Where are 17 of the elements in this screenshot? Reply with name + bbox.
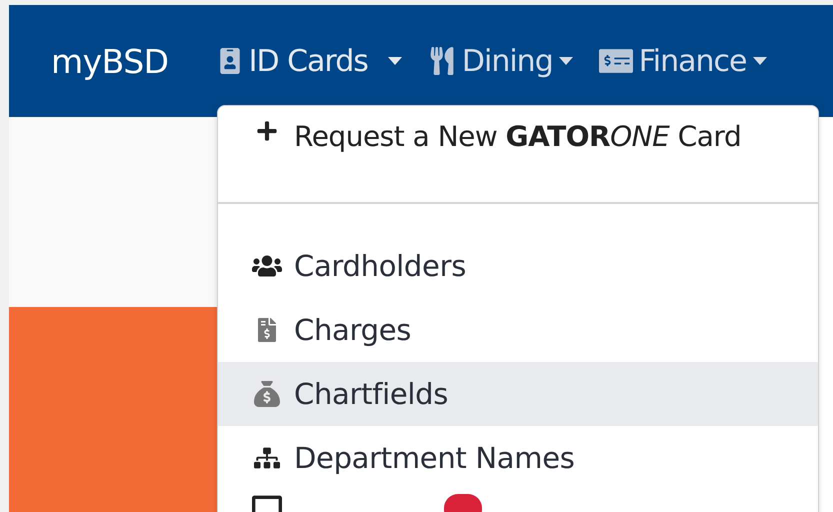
- nav-menu[interactable]: ID Cards: [216, 44, 402, 78]
- dropdown-item[interactable]: Charges: [218, 298, 818, 362]
- nav-menu[interactable]: Finance: [598, 44, 767, 78]
- hierarchy-icon: [254, 445, 280, 471]
- nav-menu[interactable]: Dining: [428, 44, 573, 78]
- brand-name[interactable]: myBSD: [51, 42, 169, 80]
- dropdown-item[interactable]: Department Names: [218, 426, 818, 490]
- caret-icon: [388, 57, 402, 65]
- money-bag-icon: [254, 381, 280, 407]
- dollar-document-icon: [255, 318, 279, 342]
- dropdown-item[interactable]: Cardholders: [218, 234, 818, 298]
- dropdown-item[interactable]: Request a New GATORONE Card: [218, 106, 818, 202]
- dropdown-item[interactable]: Chartfields: [218, 362, 818, 426]
- caret-icon: [752, 57, 767, 65]
- plus-icon: [256, 120, 278, 142]
- fork-knife-icon: [428, 47, 456, 75]
- caret-icon: [558, 57, 573, 65]
